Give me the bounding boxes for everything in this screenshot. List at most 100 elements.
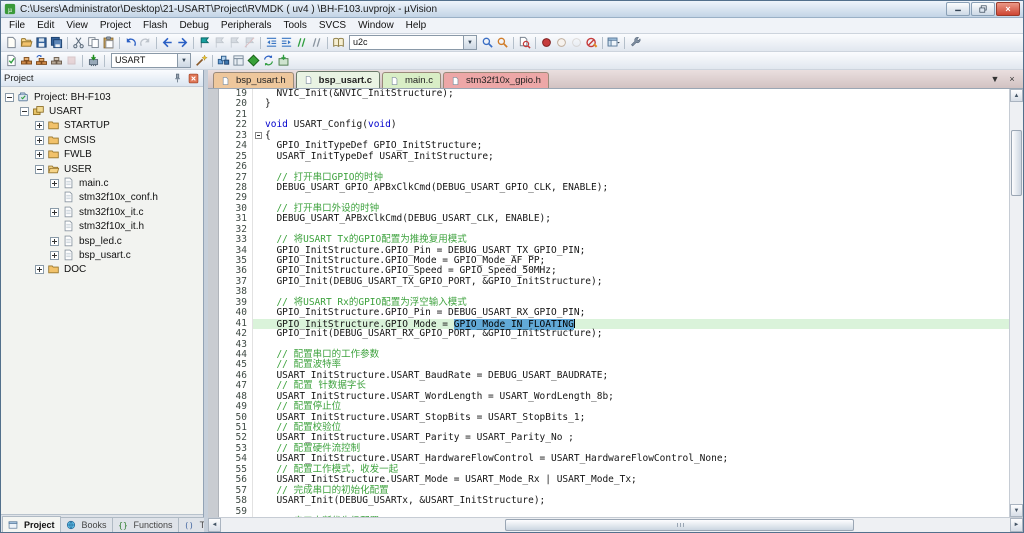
file-extensions-icon[interactable] <box>231 53 246 68</box>
menu-flash[interactable]: Flash <box>137 20 173 31</box>
code-editor[interactable]: 19 NVIC_Init(&NVIC_InitStructure);20}21 … <box>208 89 1009 517</box>
breakpoint-toggle-icon[interactable] <box>539 35 554 50</box>
menu-debug[interactable]: Debug <box>173 20 214 31</box>
editor-tab-bsp-usart-h[interactable]: bsp_usart.h <box>213 72 294 88</box>
code-line-31[interactable]: 31 DEBUG_USART_APBxClkCmd(DEBUG_USART_CL… <box>208 214 1009 224</box>
save-all-icon[interactable] <box>49 35 64 50</box>
code-line-19[interactable]: 19 NVIC_Init(&NVIC_InitStructure); <box>208 89 1009 99</box>
window-layout-icon[interactable] <box>606 35 621 50</box>
close-button[interactable]: × <box>996 2 1020 16</box>
code-line-42[interactable]: 42 GPIO_Init(DEBUG_USART_RX_GPIO_PORT, &… <box>208 329 1009 339</box>
cut-icon[interactable] <box>71 35 86 50</box>
editor-tab-bsp-usart-c[interactable]: bsp_usart.c <box>296 71 380 88</box>
redo-icon[interactable] <box>138 35 153 50</box>
tree-expander-plus-icon[interactable] <box>35 150 44 159</box>
tree-item-stm32f10x-conf-h[interactable]: stm32f10x_conf.h <box>5 191 203 205</box>
download-icon[interactable] <box>86 53 101 68</box>
unindent-icon[interactable] <box>264 35 279 50</box>
bookmark-toggle-icon[interactable] <box>197 35 212 50</box>
nav-forward-icon[interactable] <box>175 35 190 50</box>
tree-expander-plus-icon[interactable] <box>50 237 59 246</box>
copy-icon[interactable] <box>86 35 101 50</box>
target-options-icon[interactable] <box>194 53 209 68</box>
breakpoint-kill-all-icon[interactable] <box>584 35 599 50</box>
tree-expander-plus-icon[interactable] <box>50 251 59 260</box>
tree-item-bsp-usart-c[interactable]: bsp_usart.c <box>5 248 203 262</box>
scroll-down-arrow-icon[interactable]: ▼ <box>1010 504 1023 517</box>
build-icon[interactable] <box>19 53 34 68</box>
tree-expander-plus-icon[interactable] <box>50 208 59 217</box>
code-line-22[interactable]: 22void USART_Config(void) <box>208 120 1009 130</box>
bottom-tab-books[interactable]: Books <box>60 517 113 532</box>
bottom-tab-functions[interactable]: {}Functions <box>112 517 179 532</box>
tab-list-dropdown-icon[interactable]: ▼ <box>989 74 1001 84</box>
restore-button[interactable] <box>971 2 995 16</box>
editor-tab-main-c[interactable]: main.c <box>382 72 441 88</box>
rebuild-icon[interactable] <box>34 53 49 68</box>
find-in-files-icon[interactable] <box>517 35 532 50</box>
menu-peripherals[interactable]: Peripherals <box>215 20 278 31</box>
pin-icon[interactable] <box>170 72 184 85</box>
pack-installer-icon[interactable] <box>276 53 291 68</box>
scroll-right-arrow-icon[interactable]: ► <box>1010 518 1023 532</box>
menu-tools[interactable]: Tools <box>278 20 313 31</box>
save-icon[interactable] <box>34 35 49 50</box>
uncomment-icon[interactable] <box>309 35 324 50</box>
target-combo-value[interactable]: USART <box>112 54 177 67</box>
search-combo-dropdown-icon[interactable]: ▼ <box>463 36 476 49</box>
code-line-58[interactable]: 58 USART_Init(DEBUG_USARTx, &USART_InitS… <box>208 496 1009 506</box>
horizontal-scroll-track[interactable] <box>221 518 1010 532</box>
search-combo[interactable]: u2c▼ <box>349 35 477 50</box>
tree-expander-minus-icon[interactable] <box>20 107 29 116</box>
vertical-scroll-thumb[interactable] <box>1011 130 1022 196</box>
search-combo-value[interactable]: u2c <box>350 36 463 49</box>
menu-help[interactable]: Help <box>400 20 433 31</box>
menu-view[interactable]: View <box>60 20 94 31</box>
menu-file[interactable]: File <box>3 20 31 31</box>
target-combo[interactable]: USART▼ <box>111 53 191 68</box>
code-line-40[interactable]: 40 GPIO_InitStructure.GPIO_Pin = DEBUG_U… <box>208 308 1009 318</box>
tree-expander-plus-icon[interactable] <box>50 179 59 188</box>
editor-vertical-scrollbar[interactable]: ▲ ▼ <box>1009 89 1023 517</box>
menu-svcs[interactable]: SVCS <box>313 20 352 31</box>
software-packs-icon[interactable] <box>261 53 276 68</box>
tree-item-startup[interactable]: STARTUP <box>5 119 203 133</box>
bookmark-next-icon[interactable] <box>227 35 242 50</box>
paste-icon[interactable] <box>101 35 116 50</box>
runtime-environment-icon[interactable] <box>246 53 261 68</box>
code-line-37[interactable]: 37 GPIO_Init(DEBUG_USART_TX_GPIO_PORT, &… <box>208 277 1009 287</box>
tree-expander-minus-icon[interactable] <box>35 165 44 174</box>
menu-window[interactable]: Window <box>352 20 400 31</box>
tree-item-bsp-led-c[interactable]: bsp_led.c <box>5 234 203 248</box>
comment-icon[interactable] <box>294 35 309 50</box>
tree-item-main-c[interactable]: main.c <box>5 176 203 190</box>
target-combo-dropdown-icon[interactable]: ▼ <box>177 54 190 67</box>
tree-item-stm32f10x-it-h[interactable]: stm32f10x_it.h <box>5 220 203 234</box>
bookmark-clear-icon[interactable] <box>242 35 257 50</box>
bottom-tab-project[interactable]: Project <box>2 516 61 532</box>
tree-item-fwlb[interactable]: FWLB <box>5 148 203 162</box>
open-folder-icon[interactable] <box>19 35 34 50</box>
tab-close-icon[interactable]: × <box>1006 74 1018 84</box>
configure-icon[interactable] <box>628 35 643 50</box>
manage-project-items-icon[interactable] <box>216 53 231 68</box>
editor-horizontal-scrollbar[interactable]: ◄ ► <box>208 517 1023 532</box>
tree-expander-plus-icon[interactable] <box>35 265 44 274</box>
code-line-20[interactable]: 20} <box>208 99 1009 109</box>
batch-build-icon[interactable] <box>49 53 64 68</box>
stop-build-icon[interactable] <box>64 53 79 68</box>
bookmark-prev-icon[interactable] <box>212 35 227 50</box>
breakpoint-disable-icon[interactable] <box>554 35 569 50</box>
code-line-28[interactable]: 28 DEBUG_USART_GPIO_APBxClkCmd(DEBUG_USA… <box>208 183 1009 193</box>
tree-item-cmsis[interactable]: CMSIS <box>5 133 203 147</box>
tree-item-stm32f10x-it-c[interactable]: stm32f10x_it.c <box>5 205 203 219</box>
tree-item-usart[interactable]: USART <box>5 104 203 118</box>
tree-expander-minus-icon[interactable] <box>5 93 14 102</box>
find-icon[interactable] <box>480 35 495 50</box>
tree-item-project-bh-f103[interactable]: Project: BH-F103 <box>5 90 203 104</box>
tree-item-user[interactable]: USER <box>5 162 203 176</box>
open-book-icon[interactable] <box>331 35 346 50</box>
fold-collapse-icon[interactable] <box>252 131 265 141</box>
scroll-up-arrow-icon[interactable]: ▲ <box>1010 89 1023 102</box>
horizontal-scroll-thumb[interactable] <box>505 519 854 531</box>
